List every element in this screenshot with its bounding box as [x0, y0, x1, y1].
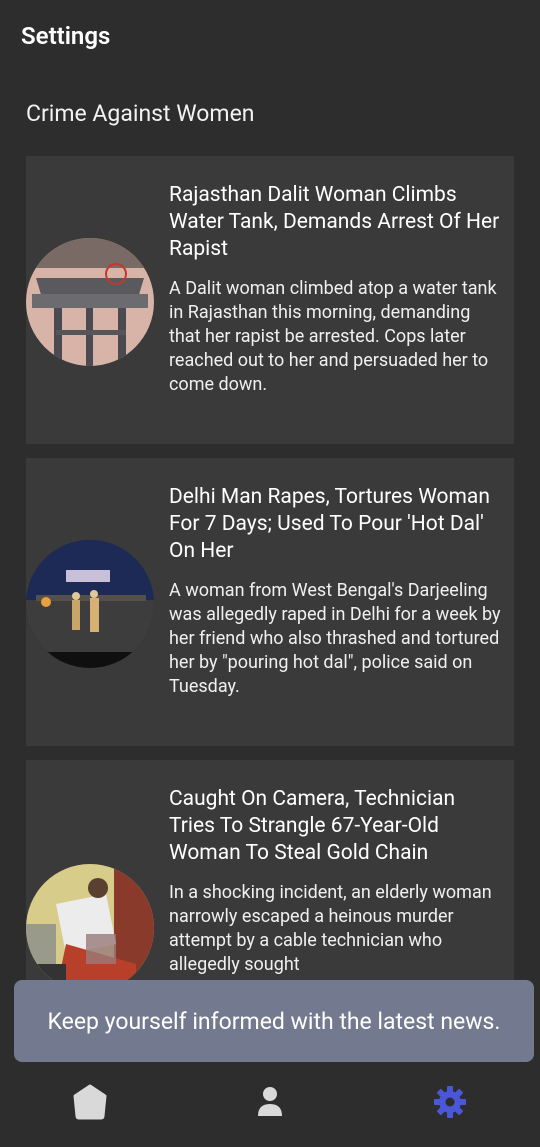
home-icon [73, 1084, 107, 1120]
section-title: Crime Against Women [26, 100, 255, 127]
nav-settings-button[interactable] [430, 1082, 470, 1122]
article-card[interactable]: Rajasthan Dalit Woman Climbs Water Tank,… [26, 156, 514, 444]
article-thumbnail [26, 864, 154, 992]
nav-home-button[interactable] [70, 1082, 110, 1122]
article-description: In a shocking incident, an elderly woman… [169, 882, 492, 975]
article-title[interactable]: Rajasthan Dalit Woman Climbs Water Tank,… [169, 182, 504, 263]
article-title[interactable]: Delhi Man Rapes, Tortures Woman For 7 Da… [169, 484, 504, 565]
article-card[interactable]: Delhi Man Rapes, Tortures Woman For 7 Da… [26, 458, 514, 746]
gear-icon [434, 1086, 466, 1118]
nav-profile-button[interactable] [250, 1082, 290, 1122]
article-thumbnail [26, 540, 154, 668]
article-description: A woman from West Bengal's Darjeeling wa… [169, 580, 501, 697]
bottom-navigation [0, 1068, 540, 1147]
toast-message: Keep yourself informed with the latest n… [14, 980, 534, 1062]
person-icon [258, 1087, 282, 1116]
article-thumbnail [26, 238, 154, 366]
page-title: Settings [21, 22, 111, 50]
article-title[interactable]: Caught On Camera, Technician Tries To St… [169, 786, 504, 867]
article-description: A Dalit woman climbed atop a water tank … [169, 278, 497, 395]
